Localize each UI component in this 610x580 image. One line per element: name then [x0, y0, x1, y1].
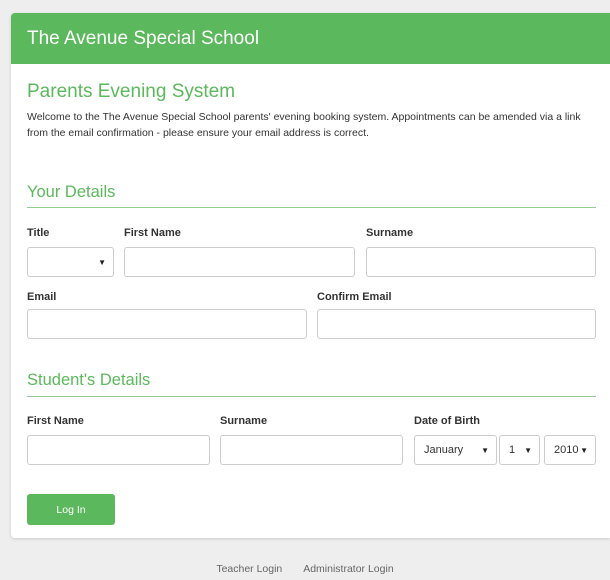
administrator-login-link[interactable]: Administrator Login	[303, 563, 393, 575]
intro-text: Welcome to the The Avenue Special School…	[27, 111, 581, 139]
caret-down-icon: ▼	[481, 445, 489, 455]
teacher-login-link[interactable]: Teacher Login	[216, 563, 282, 575]
footer-links: Teacher Login Administrator Login	[0, 563, 610, 575]
surname-field[interactable]	[366, 247, 596, 277]
confirm-email-field[interactable]	[317, 309, 596, 339]
title-label: Title	[27, 227, 50, 239]
login-button[interactable]: Log In	[27, 494, 115, 525]
student-first-name-label: First Name	[27, 415, 84, 427]
page-title: Parents Evening System	[27, 81, 236, 102]
dob-day-value: 1	[509, 444, 516, 456]
login-panel: The Avenue Special School Parents Evenin…	[11, 13, 610, 538]
your-details-divider	[27, 207, 596, 208]
first-name-label: First Name	[124, 227, 181, 239]
your-details-heading: Your Details	[27, 183, 116, 201]
student-surname-label: Surname	[220, 415, 268, 427]
email-label: Email	[27, 291, 57, 303]
student-details-divider	[27, 396, 596, 397]
email-field[interactable]	[27, 309, 307, 339]
dob-day-select[interactable]: 1 ▼	[499, 435, 540, 465]
dob-year-value: 2010	[554, 444, 579, 456]
student-details-heading: Student's Details	[27, 371, 151, 389]
dob-month-select[interactable]: January ▼	[414, 435, 497, 465]
caret-down-icon: ▼	[580, 445, 588, 455]
student-surname-field[interactable]	[220, 435, 403, 465]
dob-year-select[interactable]: 2010 ▼	[544, 435, 596, 465]
student-first-name-field[interactable]	[27, 435, 210, 465]
surname-label: Surname	[366, 227, 414, 239]
first-name-field[interactable]	[124, 247, 355, 277]
school-name: The Avenue Special School	[27, 27, 260, 49]
confirm-email-label: Confirm Email	[317, 291, 392, 303]
dob-month-value: January	[424, 444, 464, 456]
school-header: The Avenue Special School	[11, 13, 610, 64]
caret-down-icon: ▼	[524, 445, 532, 455]
date-of-birth-label: Date of Birth	[414, 415, 480, 427]
title-select[interactable]: ▼	[27, 247, 114, 277]
caret-down-icon: ▼	[98, 257, 106, 267]
